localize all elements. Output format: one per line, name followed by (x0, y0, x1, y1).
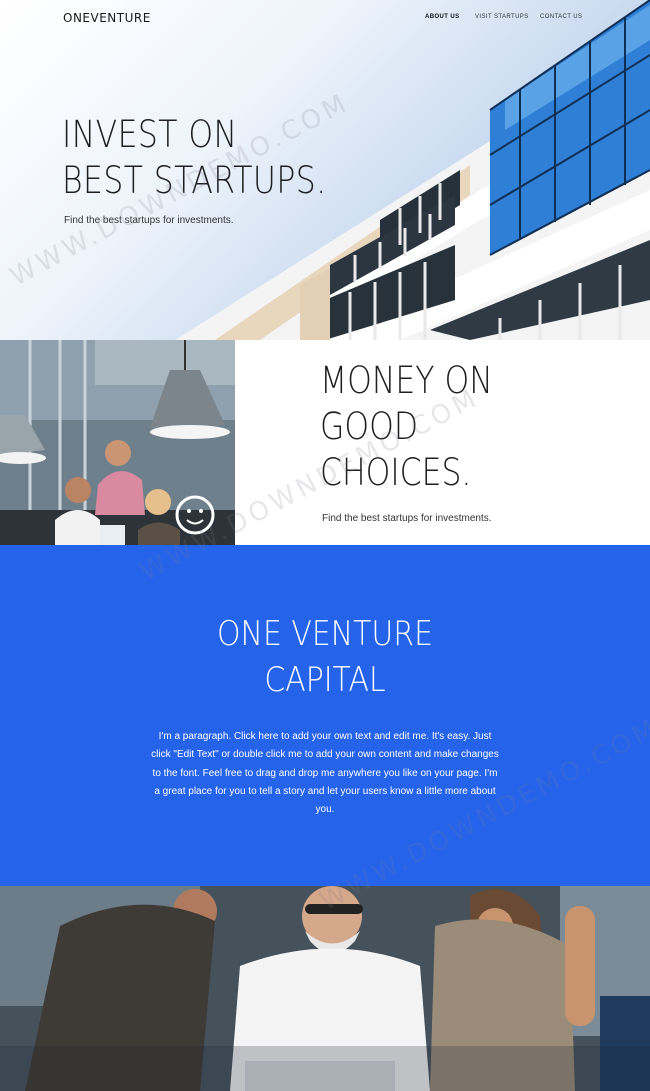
capital-title: ONE VENTURE CAPITAL (39, 611, 611, 703)
top-navigation: ONEVENTURE ABOUT US VISIT STARTUPS CONTA… (0, 0, 650, 36)
hero-title: INVEST ON BEST STARTUPS. (62, 112, 327, 204)
office-team-image (0, 340, 235, 545)
money-title-line2: GOOD (320, 405, 419, 448)
capital-paragraph: I'm a paragraph. Click here to add your … (151, 731, 499, 816)
nav-visit-startups[interactable]: VISIT STARTUPS (475, 14, 529, 20)
capital-title-line1: ONE VENTURE (217, 614, 433, 654)
money-title: MONEY ON GOOD CHOICES. (320, 358, 493, 496)
hero-title-line1: INVEST ON (62, 113, 238, 156)
capital-section: ONE VENTURE CAPITAL I'm a paragraph. Cli… (0, 545, 650, 886)
hero-title-line2: BEST STARTUPS. (62, 159, 327, 202)
hero-section: ONEVENTURE ABOUT US VISIT STARTUPS CONTA… (0, 0, 650, 340)
money-subtitle: Find the best startups for investments. (322, 513, 492, 524)
money-title-line1: MONEY ON (320, 359, 493, 402)
money-title-line3: CHOICES. (320, 451, 472, 494)
brand-logo[interactable]: ONEVENTURE (63, 11, 151, 25)
nav-about-us[interactable]: ABOUT US (425, 14, 460, 20)
nav-contact-us[interactable]: CONTACT US (540, 14, 582, 20)
capital-title-line2: CAPITAL (264, 660, 386, 700)
hero-subtitle: Find the best startups for investments. (64, 215, 234, 226)
money-section: MONEY ON GOOD CHOICES. Find the best sta… (0, 340, 650, 545)
team-photo (0, 886, 650, 1091)
